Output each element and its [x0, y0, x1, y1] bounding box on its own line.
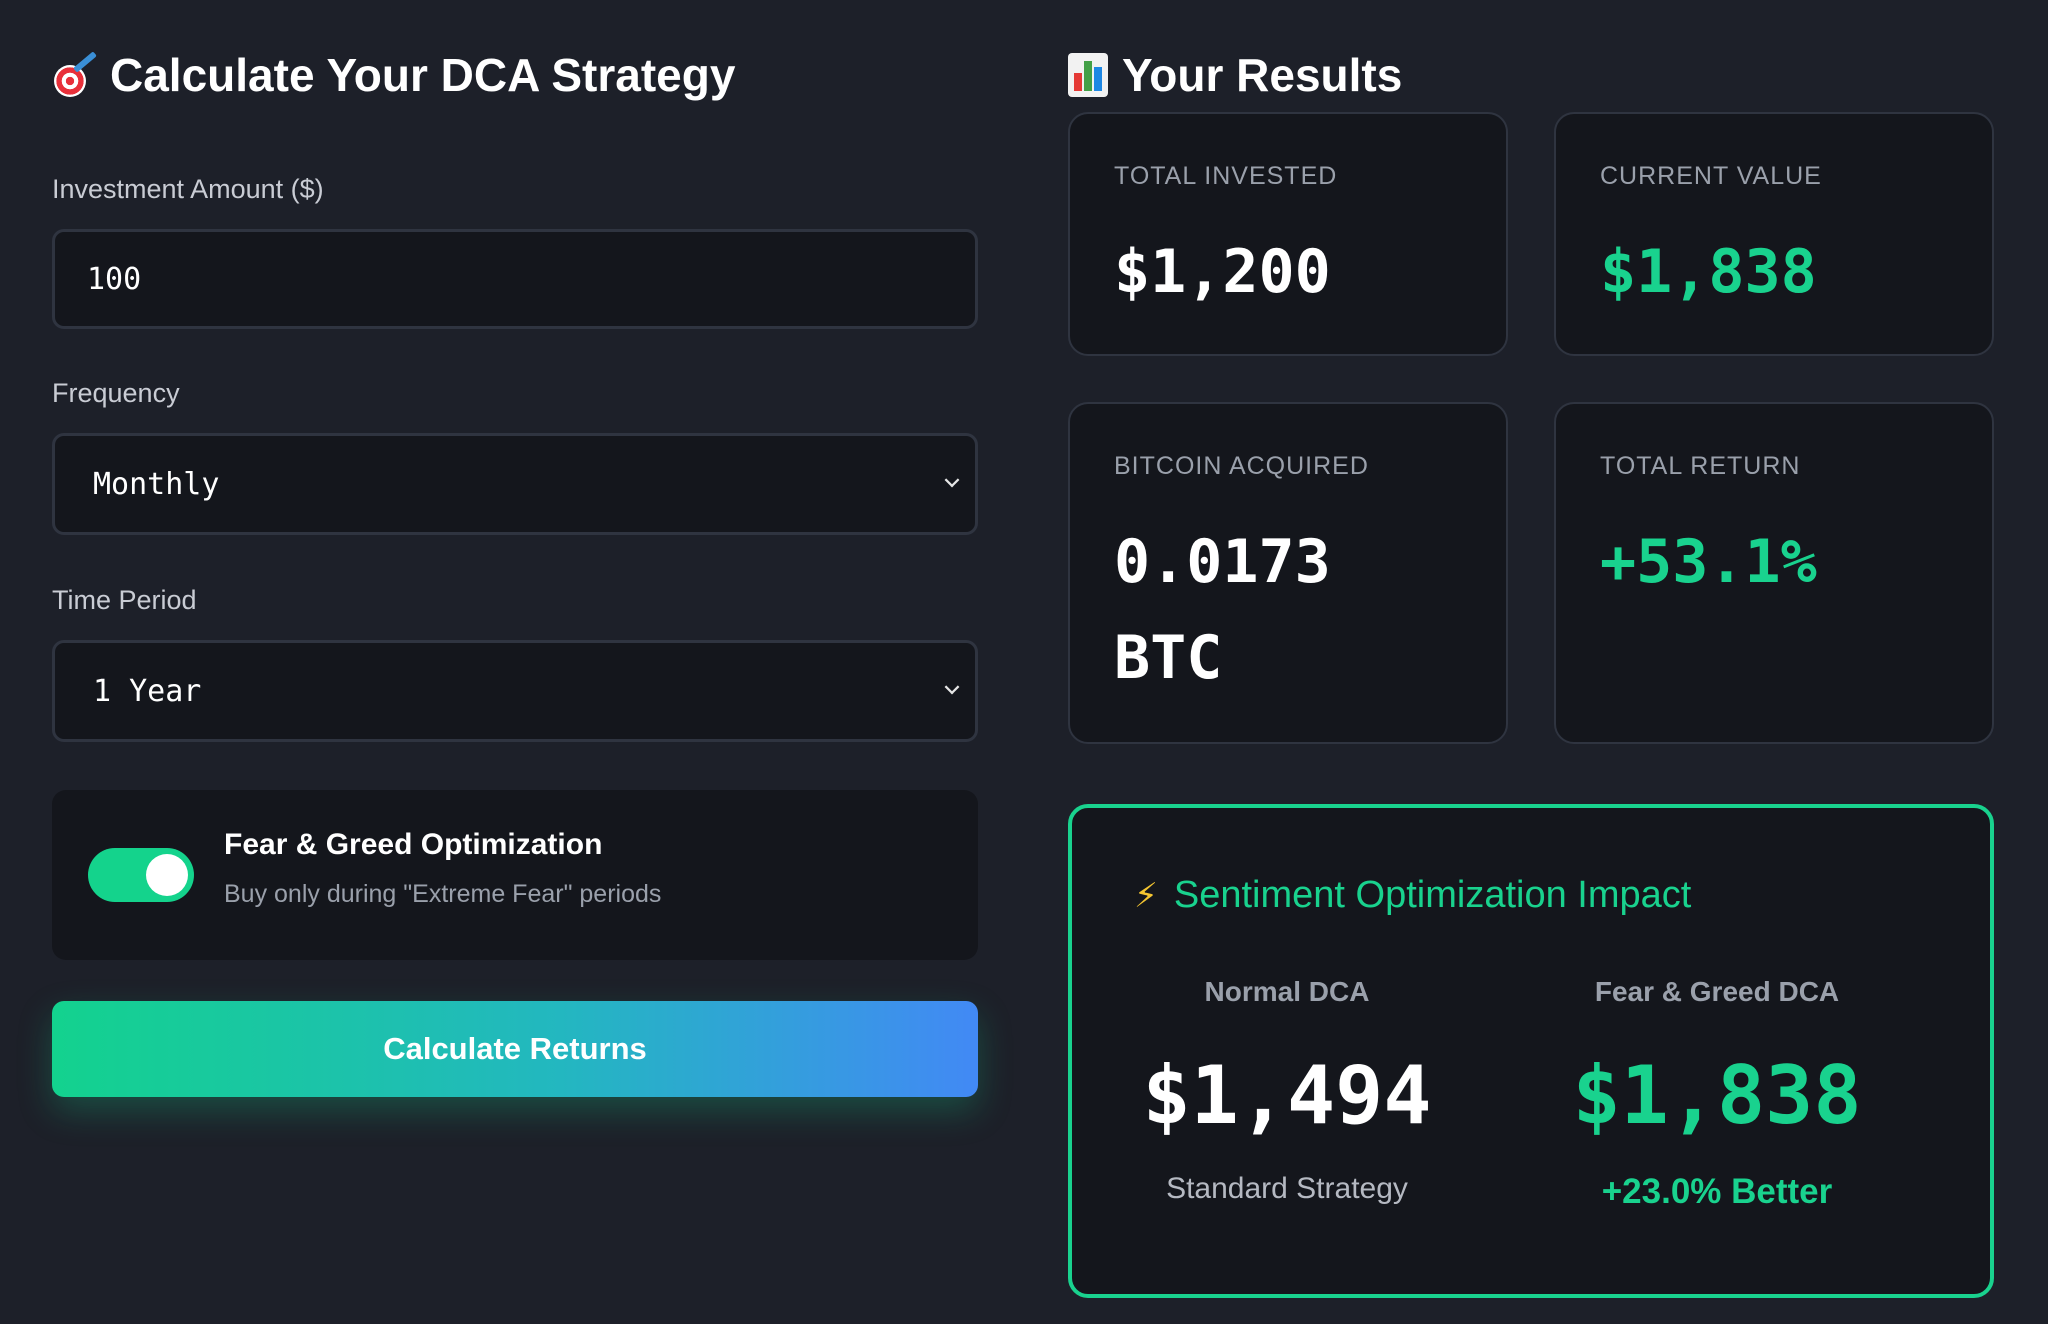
- chevron-down-icon: [944, 472, 960, 488]
- fear-greed-dca-column: Fear & Greed DCA $1,838 +23.0% Better: [1502, 976, 1932, 1212]
- calculate-returns-button[interactable]: Calculate Returns: [52, 1001, 978, 1097]
- fear-greed-toggle[interactable]: [88, 848, 194, 902]
- fear-greed-optimization-card: Fear & Greed Optimization Buy only durin…: [52, 790, 978, 960]
- bitcoin-acquired-label: BITCOIN ACQUIRED: [1114, 452, 1369, 480]
- frequency-label: Frequency: [52, 378, 180, 408]
- total-return-card: TOTAL RETURN +53.1%: [1554, 402, 1994, 744]
- fear-greed-dca-heading: Fear & Greed DCA: [1594, 976, 1840, 1007]
- bitcoin-acquired-card: BITCOIN ACQUIRED 0.0173 BTC: [1068, 402, 1508, 744]
- investment-amount-input[interactable]: 100: [52, 229, 978, 329]
- total-invested-value: $1,200: [1114, 237, 1331, 307]
- fear-greed-dca-caption: +23.0% Better: [1601, 1172, 1833, 1211]
- calculator-title: Calculate Your DCA Strategy: [110, 49, 736, 101]
- sentiment-impact-card: ⚡ Sentiment Optimization Impact Normal D…: [1068, 804, 1994, 1298]
- lightning-icon: ⚡: [1134, 876, 1158, 915]
- normal-dca-caption: Standard Strategy: [1166, 1172, 1408, 1205]
- optimization-subtitle: Buy only during "Extreme Fear" periods: [224, 880, 662, 908]
- target-dart-icon: [52, 51, 97, 97]
- frequency-selected-value: Monthly: [93, 466, 220, 502]
- impact-heading: ⚡ Sentiment Optimization Impact: [1134, 874, 1691, 917]
- current-value-label: CURRENT VALUE: [1600, 162, 1822, 190]
- investment-amount-label: Investment Amount ($): [52, 174, 324, 204]
- total-return-value: +53.1%: [1600, 527, 1817, 597]
- total-invested-card: TOTAL INVESTED $1,200: [1068, 112, 1508, 356]
- time-period-label: Time Period: [52, 585, 197, 615]
- chevron-down-icon: [944, 679, 960, 695]
- bar-chart-icon: [1068, 53, 1108, 97]
- investment-amount-value: 100: [87, 261, 142, 297]
- time-period-select[interactable]: 1 Year: [52, 640, 978, 742]
- dca-calculator-page: Calculate Your DCA Strategy Investment A…: [0, 0, 2048, 1324]
- results-heading: Your Results: [1068, 48, 1402, 102]
- results-title: Your Results: [1122, 49, 1403, 101]
- current-value-value: $1,838: [1600, 237, 1817, 307]
- toggle-knob: [146, 854, 188, 896]
- impact-title: Sentiment Optimization Impact: [1173, 874, 1692, 916]
- normal-dca-column: Normal DCA $1,494 Standard Strategy: [1072, 976, 1502, 1206]
- normal-dca-heading: Normal DCA: [1204, 976, 1370, 1007]
- calculator-heading: Calculate Your DCA Strategy: [52, 48, 735, 102]
- current-value-card: CURRENT VALUE $1,838: [1554, 112, 1994, 356]
- fear-greed-dca-value: $1,838: [1572, 1049, 1862, 1142]
- bitcoin-acquired-value: 0.0173 BTC: [1114, 527, 1331, 693]
- total-return-label: TOTAL RETURN: [1600, 452, 1801, 480]
- optimization-title: Fear & Greed Optimization: [224, 828, 603, 861]
- total-invested-label: TOTAL INVESTED: [1114, 162, 1338, 190]
- frequency-select[interactable]: Monthly: [52, 433, 978, 535]
- normal-dca-value: $1,494: [1142, 1049, 1432, 1142]
- time-period-selected-value: 1 Year: [93, 673, 202, 709]
